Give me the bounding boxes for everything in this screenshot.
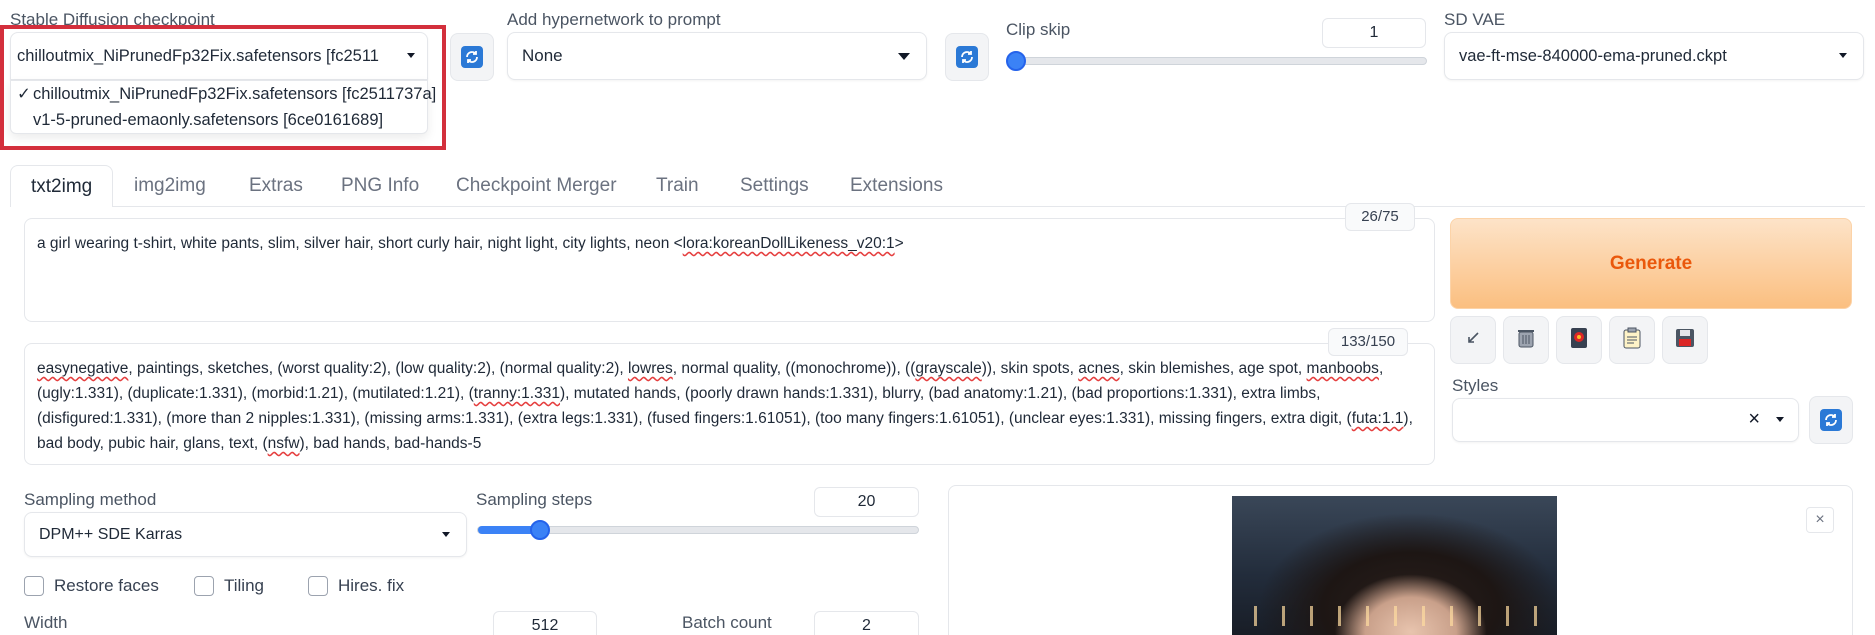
hypernetwork-label: Add hypernetwork to prompt: [507, 10, 721, 29]
sampling-method-label: Sampling method: [24, 490, 157, 509]
checkpoint-refresh-button[interactable]: [450, 33, 494, 81]
batch-count-input[interactable]: 2: [814, 611, 919, 635]
clear-icon[interactable]: ×: [1748, 408, 1760, 431]
city-lights: [1242, 606, 1547, 626]
clipboard-icon: [1622, 327, 1642, 354]
card-icon: [1569, 327, 1589, 354]
sampling-method-select[interactable]: DPM++ SDE Karras: [24, 512, 467, 557]
slider-thumb[interactable]: [529, 520, 550, 540]
batch-count-label: Batch count: [682, 613, 772, 632]
sampling-steps-slider[interactable]: [477, 520, 919, 540]
slider-thumb[interactable]: [1006, 51, 1026, 71]
sd-vae-selected: vae-ft-mse-840000-ema-pruned.ckpt: [1459, 46, 1727, 65]
chevron-down-icon: [442, 531, 450, 537]
hires-fix-checkbox[interactable]: [308, 576, 328, 596]
tab-extensions[interactable]: Extensions: [850, 165, 943, 207]
tab-train[interactable]: Train: [656, 165, 699, 207]
chevron-down-icon: [898, 53, 910, 60]
sd-vae-label: SD VAE: [1444, 10, 1506, 29]
sampling-steps-input[interactable]: 20: [814, 487, 919, 517]
sampling-steps-label: Sampling steps: [476, 490, 593, 509]
chevron-down-icon: [1776, 417, 1784, 422]
chevron-down-icon: [1839, 53, 1847, 58]
tab-txt2img[interactable]: txt2img: [10, 165, 114, 207]
save-button[interactable]: [1662, 316, 1708, 364]
tiling-label: Tiling: [224, 576, 264, 595]
tab-png-info[interactable]: PNG Info: [341, 165, 419, 207]
arrow-button[interactable]: [1450, 316, 1496, 364]
trash-icon: [1516, 327, 1536, 354]
hypernetwork-selected: None: [522, 46, 563, 65]
styles-refresh-button[interactable]: [1809, 396, 1853, 444]
styles-select[interactable]: ×: [1452, 398, 1799, 442]
restore-faces-checkbox[interactable]: [24, 576, 44, 596]
refresh-icon: [1820, 409, 1842, 431]
sd-vae-select[interactable]: vae-ft-mse-840000-ema-pruned.ckpt: [1444, 32, 1864, 80]
hypernetwork-select[interactable]: None: [507, 32, 927, 80]
width-input[interactable]: 512: [493, 611, 597, 635]
tab-settings[interactable]: Settings: [740, 165, 809, 207]
close-icon[interactable]: ×: [1806, 507, 1834, 533]
tab-extras[interactable]: Extras: [249, 165, 303, 207]
prompt-input[interactable]: a girl wearing t-shirt, white pants, sli…: [24, 218, 1435, 322]
card-button[interactable]: [1556, 316, 1602, 364]
negative-prompt-input[interactable]: easynegative, paintings, sketches, (wors…: [24, 343, 1435, 465]
generate-button[interactable]: Generate: [1450, 218, 1852, 309]
prompt-token-counter: 26/75: [1345, 203, 1415, 231]
prompt-lora-tag: lora:koreanDollLikeness_v20:1: [682, 235, 895, 252]
arrow-icon: [1465, 330, 1481, 351]
tab-img2img[interactable]: img2img: [134, 165, 206, 207]
negative-token-counter: 133/150: [1328, 328, 1408, 356]
highlight-box: [0, 25, 446, 150]
clip-skip-input[interactable]: 1: [1322, 18, 1426, 48]
hires-fix-label: Hires. fix: [338, 576, 405, 595]
tiling-checkbox[interactable]: [194, 576, 214, 596]
generated-image[interactable]: [1232, 496, 1557, 635]
clip-skip-label: Clip skip: [1006, 20, 1071, 39]
restore-faces-label: Restore faces: [54, 576, 159, 595]
clip-skip-slider[interactable]: [1006, 51, 1427, 71]
clipboard-button[interactable]: [1609, 316, 1655, 364]
width-label: Width: [24, 613, 68, 632]
refresh-icon: [956, 46, 978, 68]
tab-checkpoint-merger[interactable]: Checkpoint Merger: [456, 165, 617, 207]
sampling-method-selected: DPM++ SDE Karras: [39, 525, 183, 543]
styles-label: Styles: [1452, 376, 1499, 395]
hypernetwork-refresh-button[interactable]: [945, 33, 989, 81]
save-icon: [1675, 328, 1695, 353]
negative-prompt-text: easynegative, paintings, sketches, (wors…: [37, 360, 1413, 452]
refresh-icon: [461, 46, 483, 68]
trash-button[interactable]: [1503, 316, 1549, 364]
